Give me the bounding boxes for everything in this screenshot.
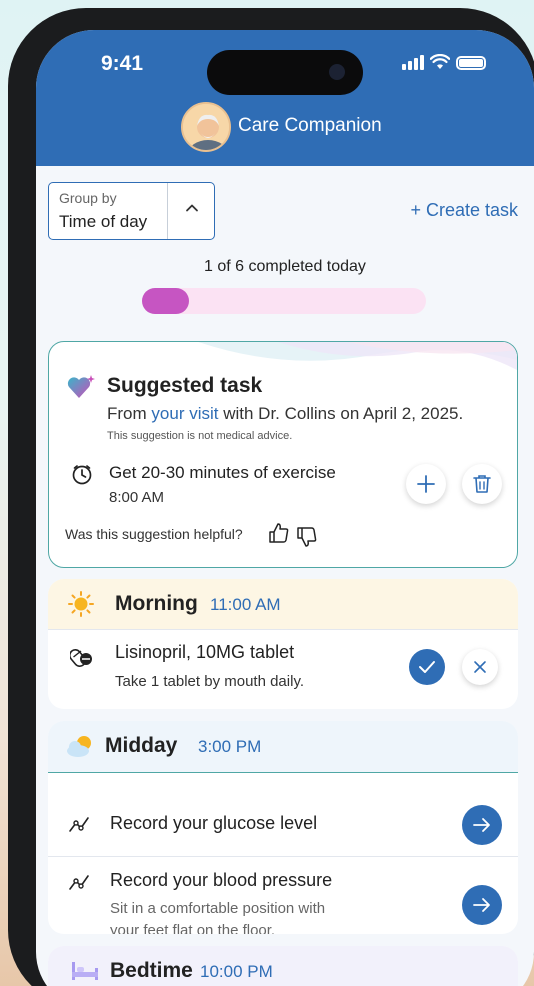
group-by-label: Group by	[59, 190, 117, 206]
progress-fill	[142, 288, 190, 314]
progress-bar	[142, 288, 426, 314]
avatar[interactable]	[181, 102, 231, 152]
trash-icon	[473, 475, 491, 493]
arrow-right-icon	[473, 818, 490, 832]
morning-time: 11:00 AM	[210, 595, 281, 614]
check-icon	[419, 661, 435, 673]
blood-pressure-instructions-line2: your feet flat on the floor.	[110, 922, 276, 934]
midday-section: Midday 3:00 PM Record your glucose level	[48, 721, 518, 934]
status-time: 9:41	[101, 52, 144, 75]
morning-header: Morning 11:00 AM	[48, 579, 518, 629]
clock-icon	[72, 465, 92, 485]
blood-pressure-task-title: Record your blood pressure	[110, 870, 333, 890]
divider	[48, 856, 518, 857]
pill-icon	[70, 649, 92, 667]
dismiss-suggestion-button[interactable]	[462, 464, 502, 504]
phone-frame: 9:41 Care Companion Group by Time of day…	[8, 8, 534, 986]
helpful-prompt: Was this suggestion helpful?	[65, 526, 243, 542]
blood-pressure-instructions-line1: Sit in a comfortable position with	[110, 900, 326, 917]
trend-icon	[69, 817, 89, 832]
progress-text: 1 of 6 completed today	[204, 258, 366, 275]
bed-icon	[72, 962, 98, 980]
suggested-task-title: Suggested task	[107, 374, 263, 397]
group-by-value: Time of day	[59, 212, 148, 231]
chevron-up-icon[interactable]	[185, 201, 199, 215]
create-task-link[interactable]: + Create task	[410, 200, 518, 221]
trend-icon	[69, 875, 89, 890]
glucose-task-title: Record your glucose level	[110, 813, 318, 833]
group-by-select[interactable]: Group by Time of day	[48, 182, 215, 240]
open-blood-pressure-task-button[interactable]	[462, 885, 502, 925]
app-title: Care Companion	[238, 115, 382, 136]
heart-sparkle-icon	[67, 375, 95, 398]
suggested-task-card: Suggested task From your visit with Dr. …	[48, 341, 518, 568]
close-icon	[474, 661, 486, 673]
your-visit-link[interactable]: your visit	[151, 404, 218, 423]
suggested-task-name: Get 20-30 minutes of exercise	[109, 463, 336, 482]
mark-done-button[interactable]	[409, 649, 445, 685]
app-screen: 9:41 Care Companion Group by Time of day…	[36, 30, 534, 986]
plus-icon	[417, 475, 435, 493]
morning-title: Morning	[115, 592, 198, 615]
midday-title: Midday	[105, 734, 178, 757]
thumbs-up-icon[interactable]	[269, 522, 289, 544]
status-icons	[402, 54, 486, 70]
thumbs-down-icon[interactable]	[297, 526, 317, 548]
medication-title: Lisinopril, 10MG tablet	[115, 642, 295, 662]
arrow-right-icon	[473, 898, 490, 912]
source-prefix: From	[107, 404, 147, 423]
divider	[48, 629, 518, 630]
battery-icon	[456, 56, 486, 70]
midday-header: Midday 3:00 PM	[48, 721, 518, 773]
sun-icon	[68, 591, 94, 617]
midday-time: 3:00 PM	[198, 737, 262, 756]
morning-section: Morning 11:00 AM Lisinopril, 10MG tablet…	[48, 579, 518, 709]
wifi-icon	[430, 54, 450, 69]
signal-icon	[402, 55, 424, 70]
suggestion-source: From your visit with Dr. Collins on Apri…	[107, 404, 463, 424]
bedtime-title: Bedtime	[110, 959, 193, 982]
select-divider	[167, 183, 168, 239]
medication-instructions: Take 1 tablet by mouth daily.	[115, 673, 304, 690]
dynamic-island	[207, 50, 363, 95]
suggested-task-time: 8:00 AM	[109, 489, 165, 506]
bedtime-section: Bedtime 10:00 PM	[48, 946, 518, 986]
open-glucose-task-button[interactable]	[462, 805, 502, 845]
app-header: 9:41 Care Companion	[36, 30, 534, 166]
disclaimer: This suggestion is not medical advice.	[107, 430, 293, 442]
add-suggestion-button[interactable]	[406, 464, 446, 504]
bedtime-header: Bedtime 10:00 PM	[48, 946, 518, 986]
partly-cloudy-icon	[67, 736, 91, 757]
bedtime-time: 10:00 PM	[200, 962, 273, 981]
source-suffix: with Dr. Collins on April 2, 2025.	[223, 404, 464, 423]
skip-button[interactable]	[462, 649, 498, 685]
